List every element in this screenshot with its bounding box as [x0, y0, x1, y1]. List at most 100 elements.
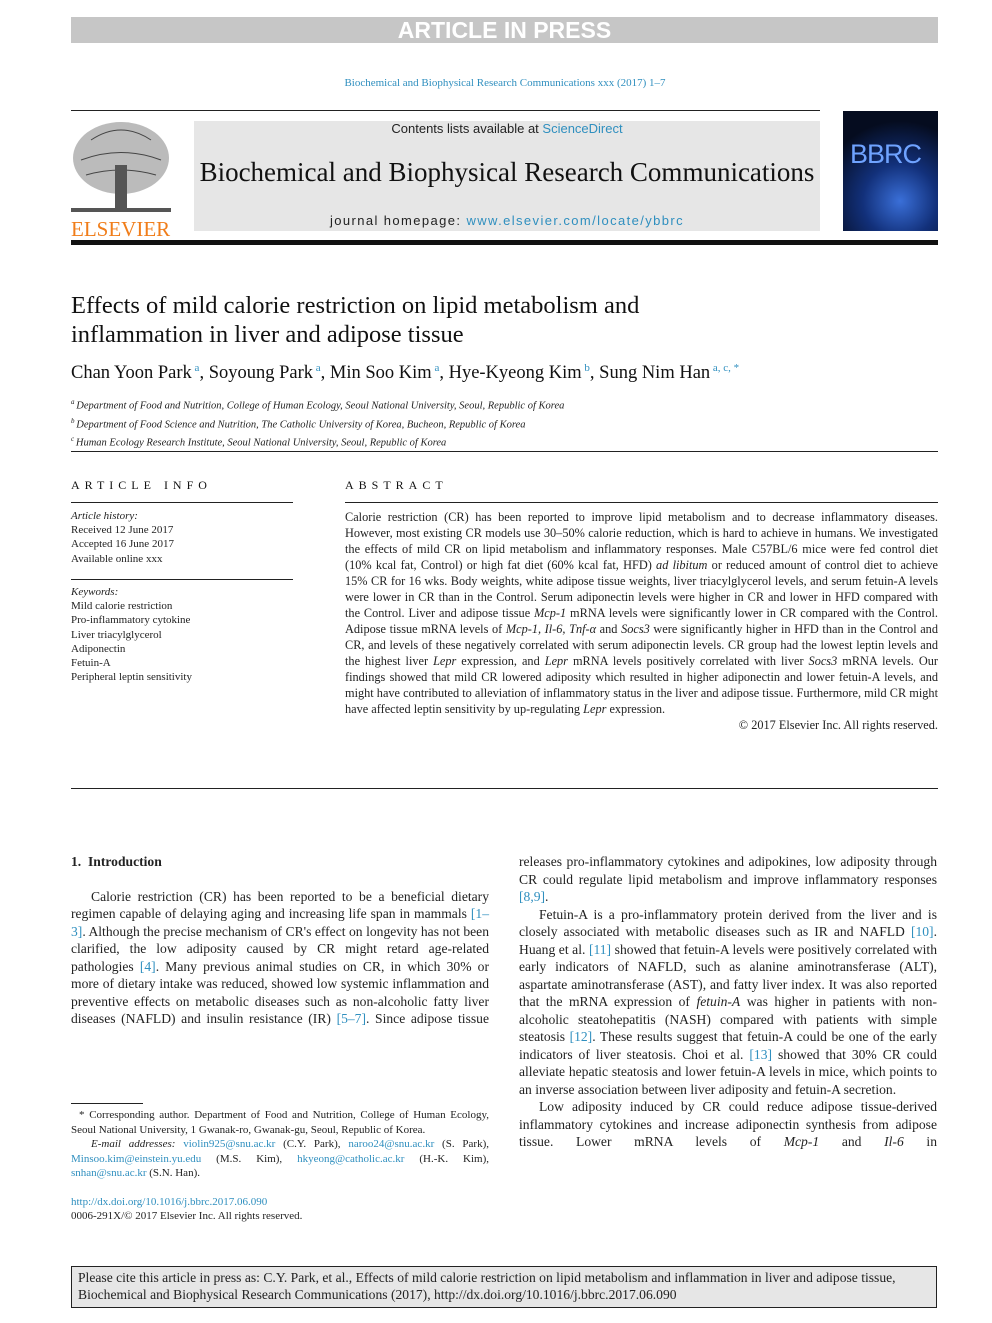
- keywords: Keywords: Mild calorie restriction Pro-in…: [71, 585, 293, 684]
- journal-reference-link[interactable]: Biochemical and Biophysical Research Com…: [0, 77, 992, 89]
- text: in: [903, 1134, 937, 1149]
- article-title: Effects of mild calorie restriction on l…: [71, 292, 640, 348]
- reference-link[interactable]: snhan@snu.ac.kr: [71, 1167, 147, 1179]
- text: Calorie restriction (CR) has been report…: [71, 888, 489, 922]
- cover-logo: BBRC: [850, 139, 922, 169]
- reference-link[interactable]: [8,9]: [519, 889, 545, 904]
- italic-text: Socs3: [808, 654, 838, 668]
- italic-text: E-mail addresses:: [91, 1138, 184, 1150]
- keyword: Peripheral leptin sensitivity: [71, 671, 192, 684]
- homepage-label: journal homepage:: [329, 213, 467, 228]
- elsevier-wordmark: ELSEVIER: [71, 217, 171, 241]
- paragraph: Fetuin-A is a pro-inflammatory protein d…: [519, 906, 937, 1099]
- text: (S.N. Han).: [146, 1167, 200, 1179]
- text: and: [596, 622, 622, 636]
- author-name[interactable]: Min Soo Kim: [330, 363, 432, 383]
- sciencedirect-link[interactable]: ScienceDirect: [542, 121, 622, 136]
- reference-link[interactable]: [13]: [749, 1047, 772, 1062]
- italic-text: Lepr: [544, 654, 568, 668]
- reference-link[interactable]: [11]: [589, 942, 611, 957]
- keyword: Adiponectin: [71, 642, 126, 655]
- author-name[interactable]: Soyoung Park: [209, 363, 313, 383]
- reference-link[interactable]: Minsoo.kim@einstein.yu.edu: [71, 1153, 201, 1165]
- text: (M.S. Kim),: [201, 1152, 298, 1165]
- affiliation-marker[interactable]: a: [432, 362, 439, 374]
- italic-text: Lepr: [583, 702, 607, 716]
- text: (C.Y. Park),: [275, 1138, 349, 1150]
- article-history: Article history: Received 12 June 2017 Ac…: [71, 509, 293, 566]
- article-info-heading: ARTICLE INFO: [71, 478, 212, 492]
- text: expression.: [606, 702, 666, 716]
- keyword: Liver triacylglycerol: [71, 628, 162, 641]
- history-item: Received 12 June 2017: [71, 524, 174, 537]
- article-in-press-banner: ARTICLE IN PRESS: [71, 17, 938, 43]
- divider: [71, 110, 820, 111]
- section-heading: 1. Introduction: [71, 854, 162, 869]
- paragraph: releases pro-inflammatory cytokines and …: [519, 853, 937, 906]
- affiliation: a Department of Food and Nutrition, Coll…: [71, 398, 565, 412]
- reference-link[interactable]: [10]: [911, 924, 934, 939]
- keyword: Mild calorie restriction: [71, 600, 173, 613]
- homepage-link[interactable]: www.elsevier.com/locate/ybbrc: [466, 213, 684, 228]
- doi-link[interactable]: http://dx.doi.org/10.1016/j.bbrc.2017.06…: [71, 1195, 489, 1210]
- abstract-heading: ABSTRACT: [345, 478, 448, 492]
- reference-link[interactable]: violin925@snu.ac.kr: [183, 1138, 275, 1150]
- affiliation: b Department of Food Science and Nutriti…: [71, 416, 526, 431]
- author-name[interactable]: Chan Yoon Park: [71, 363, 192, 383]
- divider: [71, 579, 293, 580]
- reference-link[interactable]: [12]: [570, 1029, 593, 1044]
- affiliation-marker[interactable]: a, c, *: [710, 362, 739, 374]
- paragraph: Low adiposity induced by CR could reduce…: [519, 1098, 937, 1151]
- journal-masthead: Contents lists available at ScienceDirec…: [194, 121, 820, 231]
- abstract-copyright: © 2017 Elsevier Inc. All rights reserved…: [738, 718, 938, 732]
- italic-text: Socs3: [621, 622, 650, 636]
- italic-text: fetuin-A: [696, 994, 741, 1009]
- text: releases pro-inflammatory cytokines and …: [519, 854, 937, 887]
- history-label: Article history:: [71, 510, 138, 522]
- text: and: [819, 1134, 885, 1149]
- reference-link[interactable]: [4]: [140, 959, 156, 974]
- journal-cover[interactable]: BBRC: [843, 111, 938, 231]
- paragraph: Calorie restriction (CR) has been report…: [71, 888, 489, 1028]
- author-name[interactable]: Sung Nim Han: [599, 363, 710, 383]
- text: * Corresponding author. Department of Fo…: [71, 1109, 489, 1136]
- text: (S. Park),: [434, 1138, 489, 1150]
- intro-right-column: releases pro-inflammatory cytokines and …: [519, 853, 937, 1151]
- affiliation-marker[interactable]: a: [192, 362, 200, 374]
- abstract-text: Calorie restriction (CR) has been report…: [345, 509, 938, 733]
- text: (H.-K. Kim),: [404, 1152, 490, 1165]
- reference-link[interactable]: hkyeong@catholic.ac.kr: [297, 1153, 404, 1165]
- text: Fetuin-A is a pro-inflammatory protein d…: [519, 906, 937, 940]
- author-name[interactable]: Hye-Kyeong Kim: [449, 363, 582, 383]
- divider: [71, 502, 293, 503]
- journal-title: Biochemical and Biophysical Research Com…: [199, 157, 815, 187]
- reference-link[interactable]: naroo24@snu.ac.kr: [348, 1138, 434, 1150]
- contents-line: Contents lists available at ScienceDirec…: [194, 121, 820, 136]
- italic-text: Lepr: [433, 654, 457, 668]
- text: .: [545, 889, 549, 904]
- italic-text: Mcp-1, Il-6, Tnf-α: [505, 622, 597, 636]
- footnotes: * Corresponding author. Department of Fo…: [71, 1108, 489, 1224]
- divider: [71, 451, 938, 452]
- divider: [345, 502, 938, 503]
- divider: [71, 240, 938, 245]
- homepage-line: journal homepage: www.elsevier.com/locat…: [194, 213, 820, 228]
- affiliation: c Human Ecology Research Institute, Seou…: [71, 435, 447, 449]
- author-list: Chan Yoon Park a, Soyoung Park a, Min So…: [71, 362, 740, 384]
- affiliation-marker[interactable]: a: [313, 362, 321, 374]
- affiliation-marker[interactable]: b: [582, 362, 590, 374]
- keywords-label: Keywords:: [71, 586, 119, 598]
- citation-box: Please cite this article in press as: C.…: [71, 1266, 937, 1308]
- elsevier-tree-icon: [71, 122, 171, 212]
- intro-left-column: 1. Introduction Calorie restriction (CR)…: [71, 853, 489, 1028]
- italic-text: ad libitum: [656, 558, 708, 572]
- email-addresses: E-mail addresses: violin925@snu.ac.kr (C…: [71, 1137, 489, 1181]
- affiliations: a Department of Food and Nutrition, Coll…: [71, 395, 564, 451]
- keyword: Pro-inflammatory cytokine: [71, 614, 191, 627]
- history-item: Available online xxx: [71, 552, 163, 565]
- reference-link[interactable]: [5–7]: [337, 1011, 366, 1026]
- history-item: Accepted 16 June 2017: [71, 538, 174, 551]
- italic-text: Mcp-1: [534, 606, 567, 620]
- footnote-divider: [71, 1103, 143, 1104]
- issn-copyright: 0006-291X/© 2017 Elsevier Inc. All right…: [71, 1210, 303, 1222]
